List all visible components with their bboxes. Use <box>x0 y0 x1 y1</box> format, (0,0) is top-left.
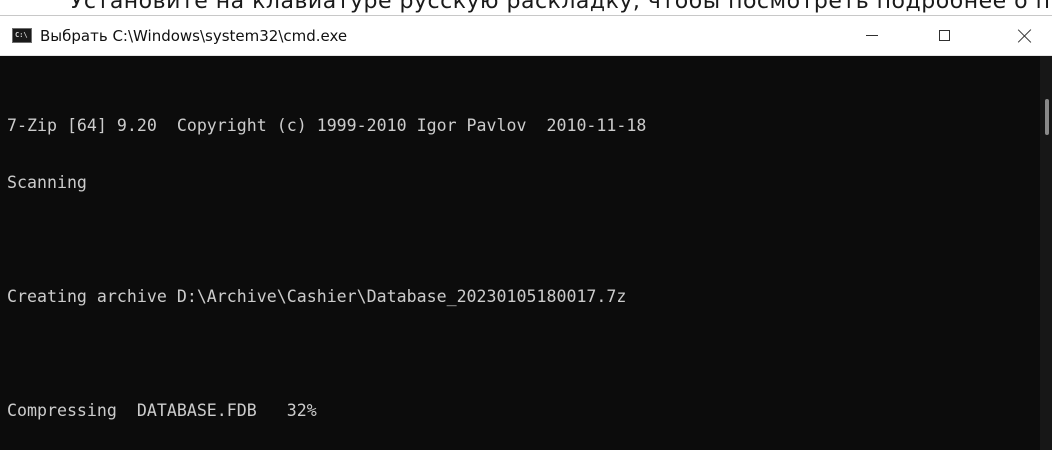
cmd-window: C:\ Выбрать C:\Windows\system32\cmd.exe … <box>0 16 1052 450</box>
maximize-button[interactable] <box>917 16 971 55</box>
minimize-button[interactable] <box>845 16 899 55</box>
console-line: Scanning <box>7 173 87 192</box>
minimize-icon <box>866 35 878 36</box>
scrollbar-thumb[interactable] <box>1045 99 1049 135</box>
window-title: Выбрать C:\Windows\system32\cmd.exe <box>40 27 348 45</box>
cut-off-background-text-strip: Установите на клавиатуре русскую расклад… <box>0 0 1052 16</box>
console-line: Compressing DATABASE.FDB 32% <box>7 401 317 420</box>
console-app-icon-label: C:\ <box>15 31 28 39</box>
window-titlebar[interactable]: C:\ Выбрать C:\Windows\system32\cmd.exe <box>0 16 1052 56</box>
console-app-icon[interactable]: C:\ <box>12 28 32 43</box>
console-line: Creating archive D:\Archive\Cashier\Data… <box>7 287 627 306</box>
close-button[interactable] <box>998 16 1052 55</box>
vertical-scrollbar[interactable] <box>1040 56 1052 450</box>
close-icon <box>1018 29 1032 43</box>
cut-off-background-text: Установите на клавиатуре русскую расклад… <box>70 0 1052 14</box>
console-line: 7-Zip [64] 9.20 Copyright (c) 1999-2010 … <box>7 116 647 135</box>
maximize-icon <box>938 30 950 41</box>
console-output[interactable]: 7-Zip [64] 9.20 Copyright (c) 1999-2010 … <box>0 56 1040 450</box>
